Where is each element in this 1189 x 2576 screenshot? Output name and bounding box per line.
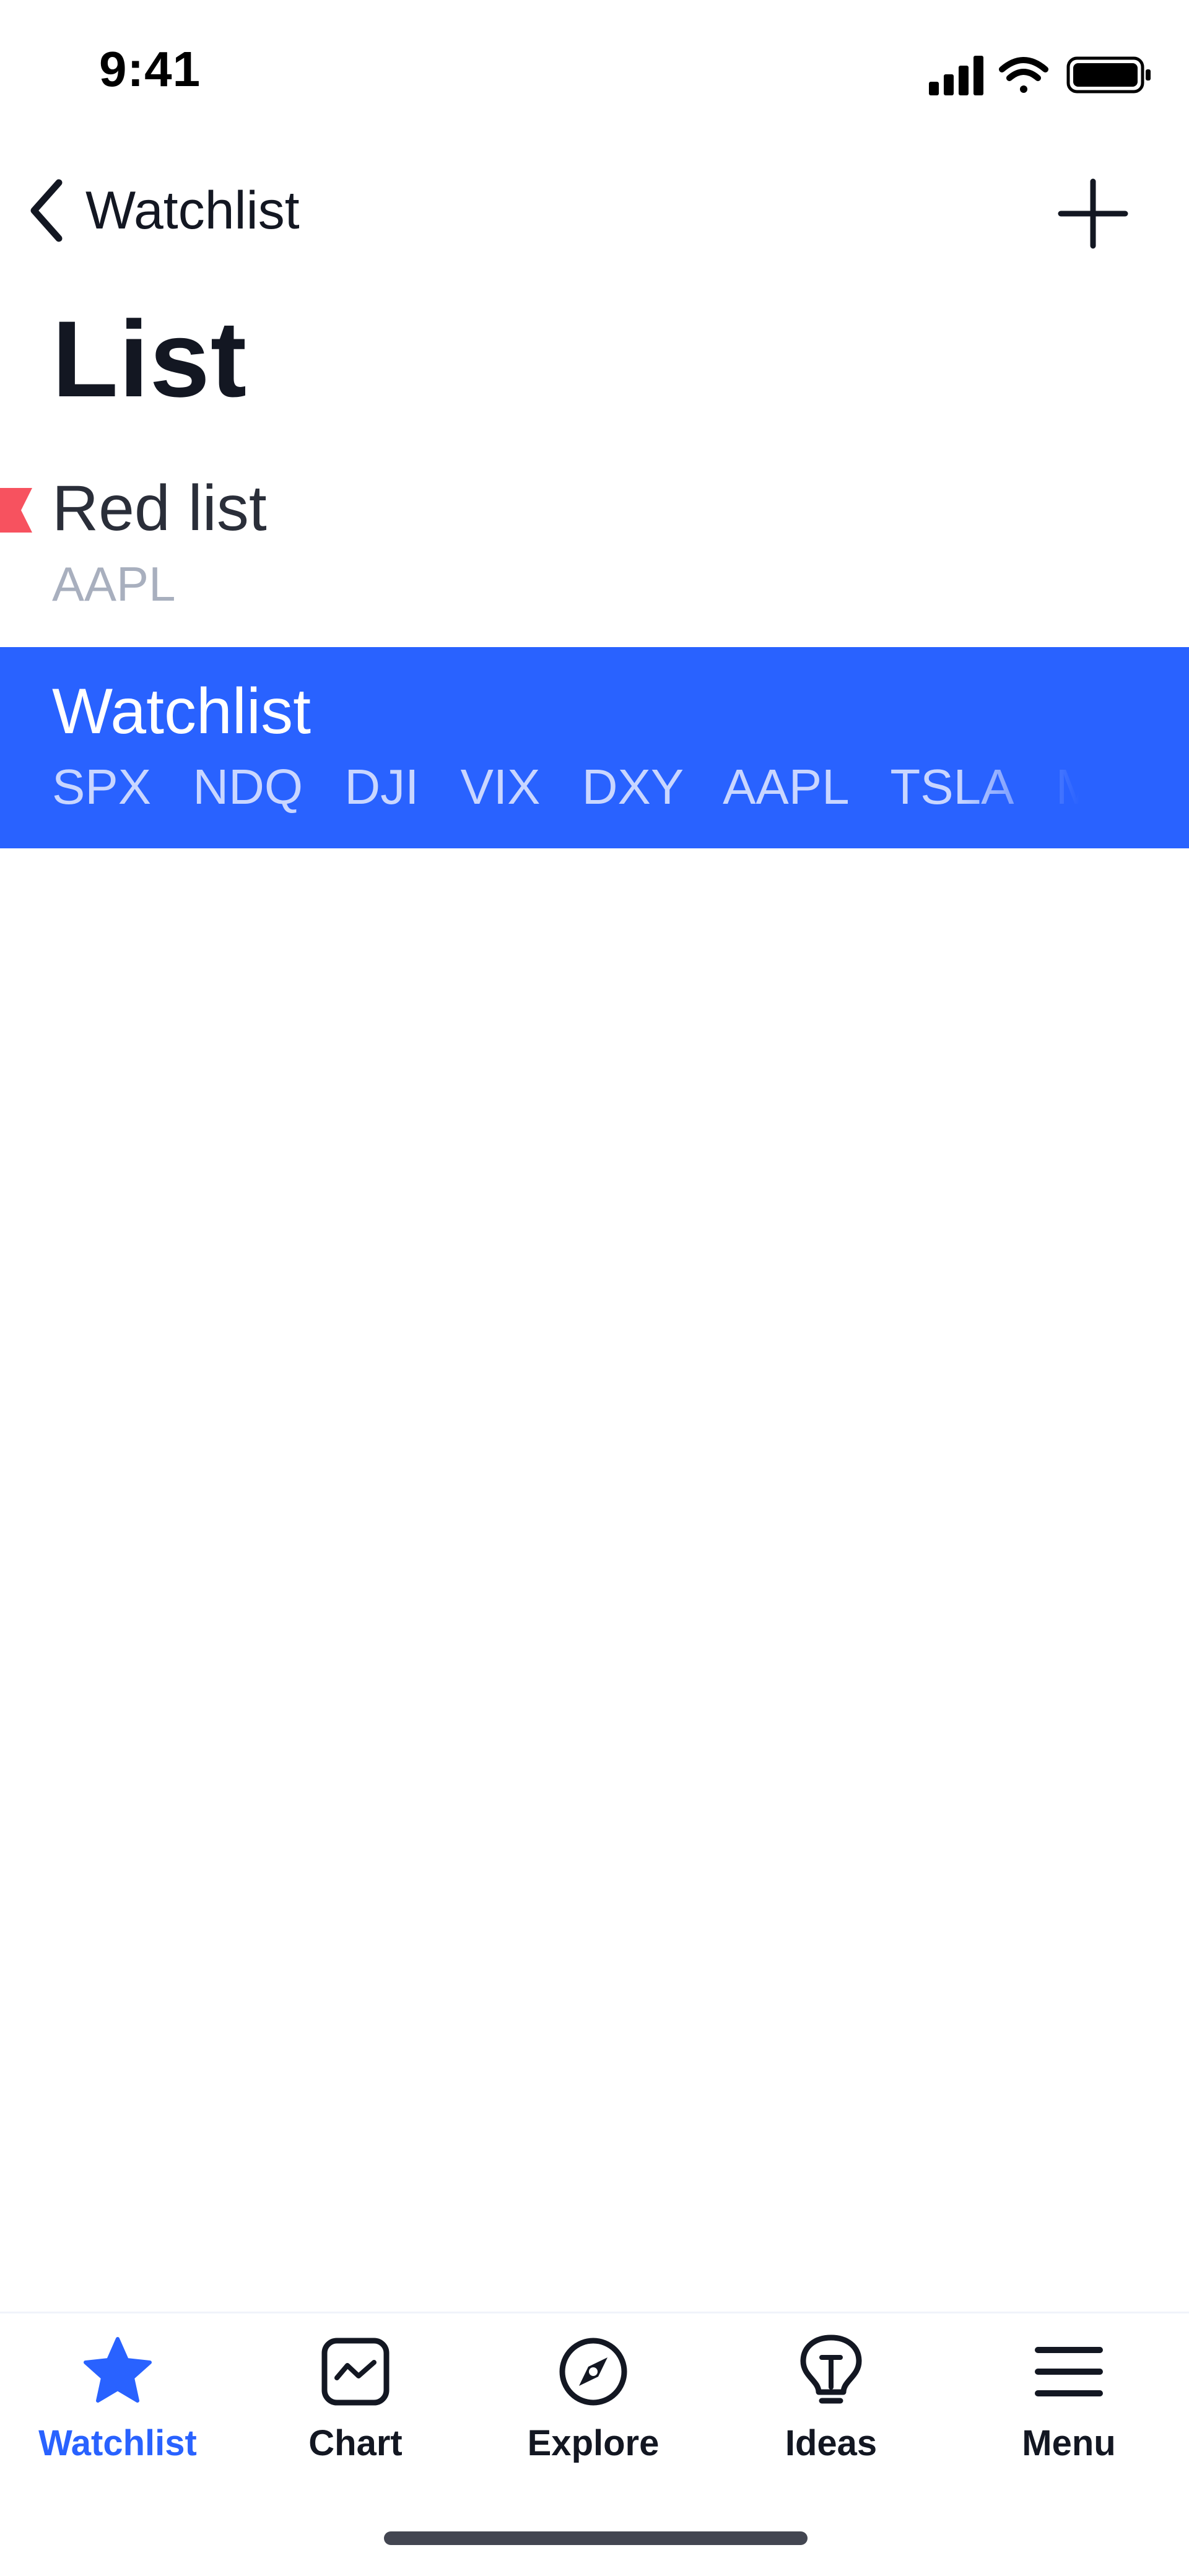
symbol: VIX [460, 759, 541, 814]
compass-icon [559, 2338, 627, 2406]
flag-icon [0, 488, 32, 533]
tab-watchlist[interactable]: Watchlist [19, 2331, 217, 2464]
chart-icon [321, 2338, 390, 2406]
wifi-icon [999, 57, 1048, 93]
status-icons [929, 56, 1151, 95]
symbol: AAPL [723, 759, 850, 814]
tab-label: Explore [527, 2423, 660, 2463]
signal-icon [929, 56, 983, 95]
symbol: DXY [581, 759, 684, 814]
tab-explore[interactable]: Explore [494, 2331, 692, 2464]
tab-menu[interactable]: Menu [970, 2331, 1168, 2464]
list-item-title: Watchlist [52, 676, 311, 747]
list-item-symbols: AAPL [52, 557, 176, 611]
symbol: DJI [344, 759, 419, 814]
tab-label: Ideas [785, 2423, 878, 2463]
symbol: SPX [52, 759, 152, 814]
tab-label: Watchlist [38, 2423, 197, 2463]
page-title: List [52, 299, 248, 420]
back-button[interactable]: Watchlist [25, 176, 300, 245]
battery-icon [1066, 56, 1151, 94]
tab-chart[interactable]: Chart [256, 2331, 455, 2464]
tab-label: Chart [308, 2423, 403, 2463]
symbol: TSLA [890, 759, 1014, 814]
symbol: MSFT [1055, 759, 1080, 814]
list-item-symbols: SPX NDQ DJI VIX DXY AAPL TSLA MSFT [52, 759, 1080, 816]
tab-ideas[interactable]: Ideas [732, 2331, 930, 2464]
menu-icon [1035, 2347, 1103, 2396]
star-icon [84, 2337, 152, 2403]
home-indicator[interactable] [384, 2531, 808, 2545]
status-time: 9:41 [99, 41, 201, 97]
lightbulb-icon [800, 2334, 862, 2404]
tab-label: Menu [1022, 2423, 1116, 2463]
symbol: NDQ [193, 759, 303, 814]
chevron-left-icon [30, 179, 63, 242]
plus-icon[interactable] [1056, 176, 1130, 251]
back-label: Watchlist [85, 180, 300, 240]
list-item-title: Red list [52, 472, 267, 544]
